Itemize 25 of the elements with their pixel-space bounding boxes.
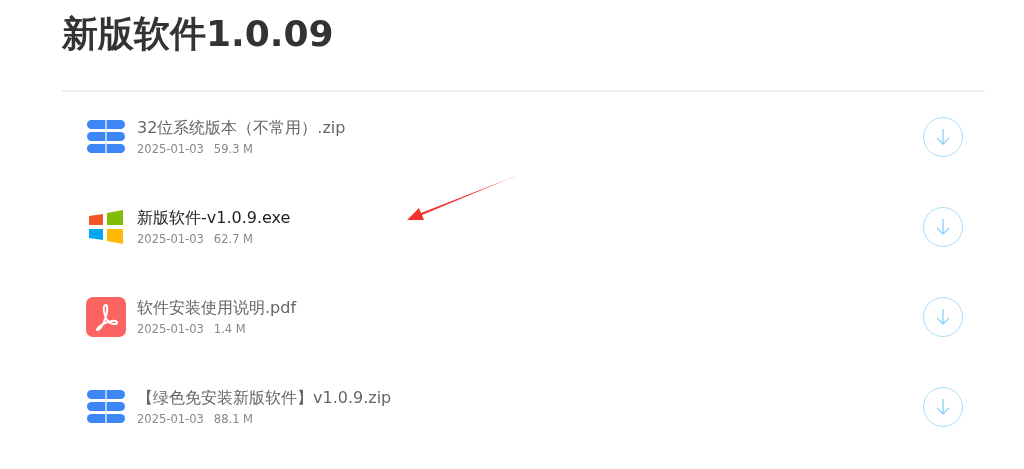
download-button[interactable] (923, 207, 963, 247)
file-date: 2025-01-03 (137, 142, 204, 156)
file-date: 2025-01-03 (137, 232, 204, 246)
file-name[interactable]: 新版软件-v1.0.9.exe (137, 208, 923, 229)
file-size: 62.7 M (213, 232, 254, 246)
file-name[interactable]: 【绿色免安装新版软件】v1.0.9.zip (137, 388, 923, 409)
download-button[interactable] (923, 387, 963, 427)
file-size: 88.1 M (213, 412, 254, 426)
file-size: 1.4 M (213, 322, 246, 336)
windows-logo-icon (87, 208, 125, 246)
download-button[interactable] (923, 117, 963, 157)
download-arrow-icon (935, 308, 951, 326)
stacked-layers-icon (87, 120, 125, 154)
page-title: 新版软件1.0.09 (62, 12, 334, 56)
file-name[interactable]: 软件安装使用说明.pdf (137, 298, 923, 319)
file-date: 2025-01-03 (137, 412, 204, 426)
download-arrow-icon (935, 218, 951, 236)
download-arrow-icon (935, 128, 951, 146)
file-date: 2025-01-03 (137, 322, 204, 336)
download-button[interactable] (923, 297, 963, 337)
stacked-layers-icon (87, 390, 125, 424)
download-arrow-icon (935, 398, 951, 416)
file-name[interactable]: 32位系统版本（不常用）.zip (137, 118, 923, 139)
file-size: 59.3 M (213, 142, 254, 156)
pdf-file-icon (86, 297, 126, 337)
